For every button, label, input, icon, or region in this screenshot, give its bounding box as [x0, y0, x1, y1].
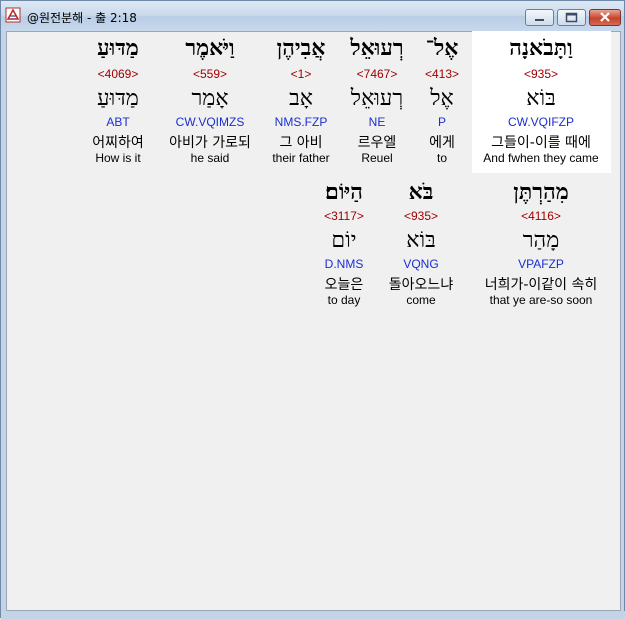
parse-code: D.NMS — [324, 257, 364, 271]
minimize-button[interactable] — [525, 9, 554, 26]
english-gloss: come — [406, 293, 436, 307]
english-gloss: that ye are-so soon — [489, 293, 593, 307]
hebrew-word[interactable]: הַיּוֹם׃ — [304, 179, 384, 205]
parse-code: NE — [368, 115, 386, 129]
hebrew-word[interactable]: מִהַרְתֶּן — [481, 179, 601, 205]
parse-code: ABT — [106, 115, 130, 129]
hebrew-root: מַדּוּעַ — [97, 86, 139, 111]
strong-number[interactable]: <3117> — [304, 209, 384, 223]
parse-code: P — [437, 115, 446, 129]
english-gloss: he said — [190, 151, 230, 165]
korean-gloss: 에게 — [429, 135, 455, 151]
strong-number[interactable]: <413> — [412, 67, 472, 81]
hebrew-word[interactable]: וַתָּבֹאנָה — [481, 35, 601, 61]
maximize-button[interactable] — [557, 9, 586, 26]
parse-code: NMS.FZP — [274, 115, 328, 129]
english-gloss: And fwhen they came — [483, 151, 599, 165]
strong-number[interactable]: <935> — [381, 209, 461, 223]
english-gloss: to — [436, 151, 447, 165]
window-title: @원전분해 - 출 2:18 — [27, 11, 137, 25]
app-window: @원전분해 - 출 2:18 וַתָּבֹאנָה <935> בּוֹא C… — [0, 0, 625, 619]
hebrew-word[interactable]: בֹּא — [381, 179, 461, 205]
parse-code: VPAFZP — [518, 257, 564, 271]
parse-code: VQNG — [403, 257, 439, 271]
strong-number[interactable]: <935> — [481, 67, 601, 81]
korean-gloss: 그들이-이를 때에 — [491, 135, 591, 151]
english-gloss: Reuel — [361, 151, 393, 165]
strong-number[interactable]: <7467> — [337, 67, 417, 81]
close-icon — [600, 12, 610, 22]
korean-gloss: 아비가 가로되 — [169, 135, 251, 151]
parse-code: CW.VQIFZP — [508, 115, 574, 129]
hebrew-word[interactable]: מַדּוּעַ — [78, 35, 158, 61]
strong-number[interactable]: <1> — [261, 67, 341, 81]
hebrew-root: רְעוּאֵל — [350, 86, 404, 111]
korean-gloss: 르우엘 — [357, 135, 397, 151]
parse-code: CW.VQIMZS — [175, 115, 245, 129]
korean-gloss: 그 아비 — [279, 135, 323, 151]
hebrew-root: אָב — [289, 86, 313, 111]
hebrew-word[interactable]: רְעוּאֵל — [337, 35, 417, 61]
english-gloss: How is it — [95, 151, 141, 165]
hebrew-root: יוֹם — [331, 228, 357, 253]
hebrew-root: בּוֹא — [526, 86, 556, 111]
app-logo-icon — [5, 7, 21, 23]
minimize-icon — [535, 19, 544, 21]
korean-gloss: 오늘은 — [324, 277, 364, 293]
title-bar[interactable]: @원전분해 - 출 2:18 — [1, 1, 624, 31]
strong-number[interactable]: <4116> — [481, 209, 601, 223]
maximize-icon — [565, 12, 578, 23]
hebrew-word[interactable]: אֶל־ — [412, 35, 472, 61]
close-button[interactable] — [589, 9, 621, 26]
hebrew-root: מָהַר — [522, 228, 560, 253]
english-gloss: to day — [327, 293, 361, 307]
korean-gloss: 너희가-이같이 속히 — [484, 277, 598, 293]
hebrew-root: אָמַר — [191, 86, 229, 111]
hebrew-root: אֶל — [430, 86, 454, 111]
english-gloss: their father — [272, 151, 330, 165]
korean-gloss: 어찌하여 — [92, 135, 144, 151]
strong-number[interactable]: <559> — [160, 67, 260, 81]
korean-gloss: 돌아오느냐 — [388, 277, 454, 293]
hebrew-root: בּוֹא — [406, 228, 436, 253]
hebrew-word[interactable]: וַיֹּאמֶר — [160, 35, 260, 61]
strong-number[interactable]: <4069> — [78, 67, 158, 81]
hebrew-word[interactable]: אֲבִיהֶן — [261, 35, 341, 61]
